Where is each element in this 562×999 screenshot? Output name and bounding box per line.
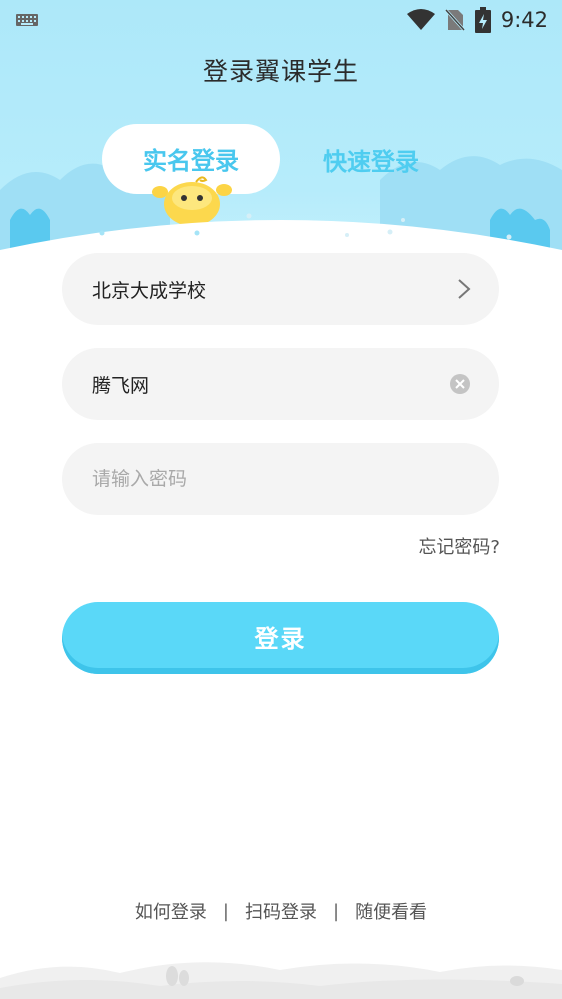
wifi-icon [406, 9, 435, 30]
how-to-login-link[interactable]: 如何登录 [135, 898, 207, 924]
footer-separator: | [333, 900, 340, 922]
login-button[interactable]: 登录 [62, 602, 499, 674]
footer-links: 如何登录 | 扫码登录 | 随便看看 [0, 898, 562, 924]
battery-charging-icon [474, 7, 491, 33]
keyboard-icon [16, 14, 38, 26]
username-value: 腾飞网 [92, 374, 150, 397]
browse-link[interactable]: 随便看看 [355, 898, 427, 924]
scan-login-link[interactable]: 扫码登录 [245, 898, 317, 924]
clear-icon[interactable] [449, 373, 471, 395]
username-field[interactable]: 腾飞网 [62, 348, 499, 420]
forgot-password-link[interactable]: 忘记密码? [418, 533, 500, 559]
school-selector[interactable]: 北京大成学校 [62, 253, 499, 325]
footer-separator: | [222, 900, 229, 922]
status-bar: 9:42 [0, 0, 562, 40]
page-title: 登录翼课学生 [202, 57, 359, 86]
chevron-right-icon [458, 279, 471, 299]
password-input[interactable] [92, 468, 471, 490]
tab-quick-login[interactable]: 快速登录 [300, 124, 442, 194]
password-field[interactable] [62, 443, 499, 515]
no-sim-icon [444, 8, 465, 32]
status-time: 9:42 [500, 8, 548, 32]
school-value: 北京大成学校 [92, 279, 207, 302]
bottom-hills-decoration [0, 962, 562, 999]
